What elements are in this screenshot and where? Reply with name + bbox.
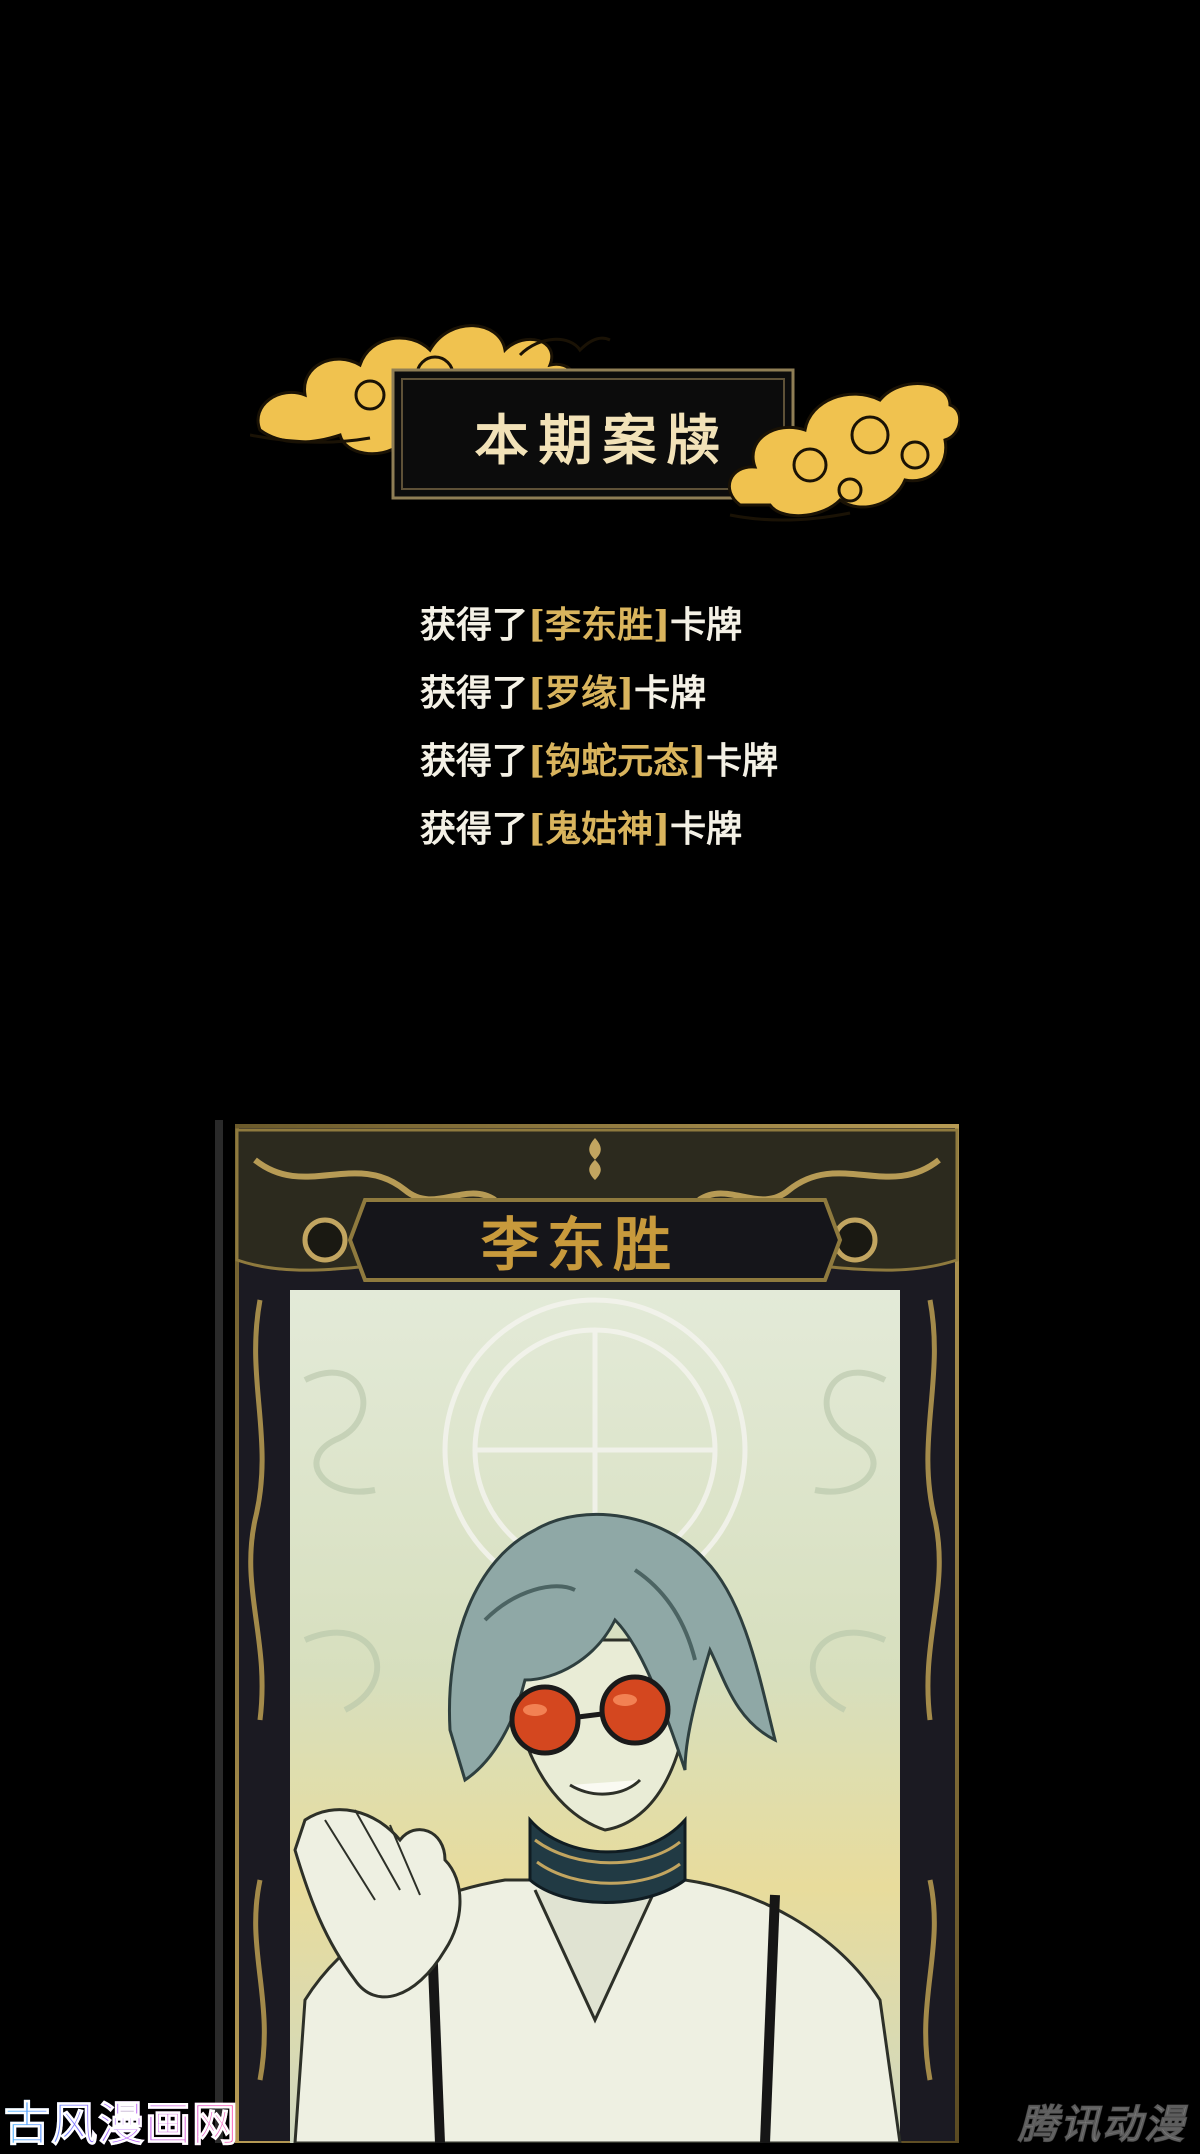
character-card: 李东胜 — [215, 1120, 960, 2143]
obtained-line: 获得了[钩蛇元态]卡牌 — [420, 736, 778, 786]
obtained-prefix: 获得了 — [420, 672, 529, 714]
obtained-suffix: 卡牌 — [670, 604, 743, 646]
close-bracket: ] — [689, 740, 707, 782]
card-name-plate: 李东胜 — [480, 1211, 679, 1279]
open-bracket: [ — [528, 740, 546, 782]
obtained-prefix: 获得了 — [420, 740, 529, 782]
obtained-prefix: 获得了 — [420, 808, 529, 850]
close-bracket: ] — [653, 604, 671, 646]
site-watermark-left: 古风漫画网 — [4, 2088, 239, 2154]
close-bracket: ] — [617, 672, 635, 714]
obtained-line: 获得了[罗缘]卡牌 — [420, 668, 778, 718]
obtained-line: 获得了[李东胜]卡牌 — [420, 600, 778, 650]
obtained-card-name: 李东胜 — [545, 604, 654, 646]
obtained-suffix: 卡牌 — [634, 672, 707, 714]
site-watermark-right: 腾讯动漫 — [1018, 2102, 1186, 2149]
obtained-suffix: 卡牌 — [706, 740, 779, 782]
title-banner: 本期案牍 — [250, 295, 960, 545]
obtained-card-name: 鬼姑神 — [545, 808, 654, 850]
obtained-line: 获得了[鬼姑神]卡牌 — [420, 804, 778, 854]
banner-title: 本期案牍 — [474, 407, 731, 472]
obtained-prefix: 获得了 — [420, 604, 529, 646]
open-bracket: [ — [528, 604, 546, 646]
obtained-suffix: 卡牌 — [670, 808, 743, 850]
open-bracket: [ — [528, 672, 546, 714]
close-bracket: ] — [653, 808, 671, 850]
open-bracket: [ — [528, 808, 546, 850]
obtained-card-name: 罗缘 — [545, 672, 618, 714]
obtained-card-list: 获得了[李东胜]卡牌 获得了[罗缘]卡牌 获得了[钩蛇元态]卡牌 获得了[鬼姑神… — [420, 600, 778, 872]
obtained-card-name: 钩蛇元态 — [545, 740, 690, 782]
